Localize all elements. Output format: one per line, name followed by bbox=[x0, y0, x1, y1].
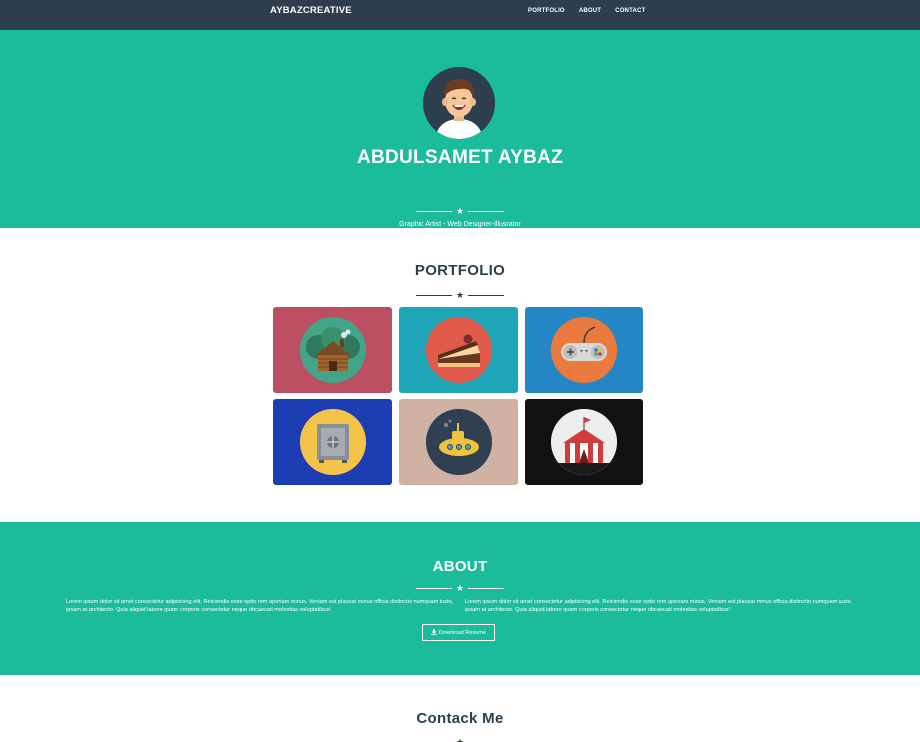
portfolio-item-cabin[interactable] bbox=[273, 307, 392, 393]
avatar bbox=[423, 67, 495, 139]
about-title: ABOUT bbox=[432, 558, 488, 575]
portfolio-item-cake[interactable] bbox=[399, 307, 518, 393]
hero-name: ABDULSAMET AYBAZ bbox=[356, 147, 564, 168]
download-resume-label: Download Resume bbox=[438, 629, 487, 636]
about-divider: ★ bbox=[0, 583, 920, 593]
about-paragraph-right: Lorem ipsum dolor sit amet consectetur a… bbox=[465, 599, 853, 613]
about-text: Lorem ipsum dolor sit amet consectetur a… bbox=[66, 598, 854, 614]
star-icon: ★ bbox=[455, 737, 465, 742]
nav-link-about[interactable]: ABOUT bbox=[579, 8, 601, 14]
submarine-icon bbox=[425, 409, 492, 475]
portfolio-divider: ★ bbox=[0, 290, 920, 300]
navbar: AYBAZCREATIVE PORTFOLIO ABOUT CONTACT bbox=[0, 0, 920, 30]
nav-links: PORTFOLIO ABOUT CONTACT bbox=[528, 8, 645, 14]
safe-icon bbox=[299, 409, 366, 475]
portfolio-item-safe[interactable] bbox=[273, 399, 392, 485]
contact-title: Contack Me bbox=[416, 710, 504, 727]
download-icon bbox=[430, 628, 437, 637]
hero-section: ABDULSAMET AYBAZ ★ Graphic Artist - Web … bbox=[0, 30, 920, 228]
star-icon: ★ bbox=[455, 583, 465, 593]
hero-subtitle: Graphic Artist - Web Designer-Illusrator bbox=[399, 221, 521, 228]
brand-logo[interactable]: AYBAZCREATIVE bbox=[270, 5, 352, 16]
star-icon: ★ bbox=[455, 206, 465, 216]
portfolio-item-circus-tent[interactable] bbox=[525, 399, 643, 485]
portfolio-title: PORTFOLIO bbox=[414, 262, 506, 279]
about-section: ABOUT ★ Lorem ipsum dolor sit amet conse… bbox=[0, 522, 920, 675]
cake-icon bbox=[425, 317, 492, 383]
nav-link-contact[interactable]: CONTACT bbox=[615, 8, 645, 14]
contact-section: Contack Me ★ bbox=[0, 675, 920, 742]
cabin-icon bbox=[299, 317, 366, 383]
download-resume-button[interactable]: Download Resume bbox=[422, 624, 495, 641]
hero-divider: ★ bbox=[0, 206, 920, 216]
portfolio-section: PORTFOLIO ★ bbox=[0, 228, 920, 522]
star-icon: ★ bbox=[455, 290, 465, 300]
contact-divider: ★ bbox=[0, 737, 920, 742]
about-paragraph-left: Lorem ipsum dolor sit amet consectetur a… bbox=[66, 599, 454, 613]
portfolio-grid bbox=[273, 307, 643, 485]
circus-tent-icon bbox=[551, 409, 617, 475]
portfolio-item-game-controller[interactable] bbox=[525, 307, 643, 393]
nav-link-portfolio[interactable]: PORTFOLIO bbox=[528, 8, 565, 14]
portfolio-item-submarine[interactable] bbox=[399, 399, 518, 485]
game-controller-icon bbox=[551, 317, 617, 383]
